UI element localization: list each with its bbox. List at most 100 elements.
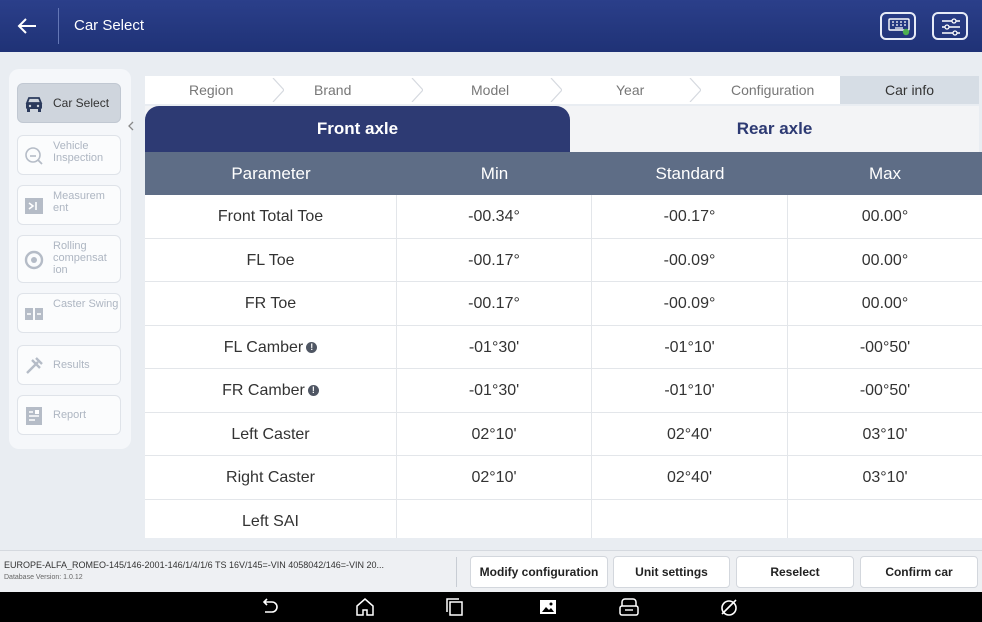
cell-min: 02°10' [397,456,592,499]
sidebar-item-results[interactable]: Results [17,345,121,385]
breadcrumb-label: Model [471,82,510,98]
system-nav-bar [0,592,982,622]
sidebar-item-label: Results [53,359,90,371]
table-row: Left Caster 02°10' 02°40' 03°10' [145,412,982,456]
breadcrumb-region[interactable]: Region [145,76,285,104]
cell-max: 00.00° [861,295,909,312]
breadcrumb-label: Brand [314,82,352,98]
column-header: Min [480,164,509,183]
cell-standard: -01°10' [592,369,788,412]
breadcrumb-model[interactable]: Model [423,76,563,104]
tab-rear-axle[interactable]: Rear axle [570,106,979,152]
app-header: Car Select [0,0,982,52]
cell-max: 03°10' [862,425,908,443]
cell-parameter: FR Toe [145,282,397,325]
cell-min: -01°30' [397,369,592,412]
back-button[interactable] [12,12,42,40]
vci-nav-icon[interactable] [618,596,640,618]
page-title: Car Select [74,17,145,34]
back-nav-icon[interactable] [258,596,280,618]
cell-standard: 02°40' [592,412,788,455]
parameter-label: Front Total Toe [217,208,324,225]
cell-parameter: Right Caster [145,456,397,499]
footer-bar: EUROPE-ALFA_ROMEO-145/146-2001-146/1/4/1… [0,550,982,592]
sidebar-item-label: Vehicle Inspection [53,140,104,164]
parameter-label: Right Caster [226,469,315,486]
table-row: FL Toe -00.17° -00.09° 00.00° [145,238,982,282]
inspection-icon [25,147,43,165]
table-row: Left SAI [145,499,982,539]
parameter-label: Left Caster [231,425,310,443]
breadcrumb-label: Car info [885,82,935,98]
vehicle-info-text: EUROPE-ALFA_ROMEO-145/146-2001-146/1/4/1… [4,560,385,570]
sidebar: Car Select Vehicle Inspection Measurem e… [9,69,131,449]
cell-parameter: Front Total Toe [145,195,397,238]
cell-max: -00°50' [859,338,911,356]
tab-front-axle[interactable]: Front axle [145,106,570,152]
cell-parameter: Left SAI [145,499,397,538]
home-nav-icon[interactable] [354,596,376,618]
sidebar-item-report[interactable]: Report [17,395,121,435]
cell-parameter: FL Toe [145,238,397,281]
sidebar-item-car-select[interactable]: Car Select [17,83,121,123]
rolling-icon [24,250,44,270]
cell-parameter: FR Camber! [145,369,397,412]
header-divider [58,8,59,44]
parameter-label: FR Toe [244,295,297,312]
parameter-label: FR Camber [222,382,305,399]
report-icon [26,407,42,425]
sidebar-item-measurement[interactable]: Measurem ent [17,185,121,225]
cell-standard: -00.09° [592,238,788,281]
table-header: Parameter Min Standard Max [145,152,982,195]
cell-standard: -01°10' [592,325,788,368]
confirm-car-button[interactable]: Confirm car [860,556,978,588]
settings-button[interactable] [932,12,968,40]
axle-tabs: Front axle Rear axle [145,106,979,152]
cell-min: 02°10' [397,412,592,455]
sidebar-item-label: Caster Swing [53,298,119,310]
browser-nav-icon[interactable] [718,596,740,618]
sidebar-item-vehicle-inspection[interactable]: Vehicle Inspection [17,135,121,175]
info-icon[interactable]: ! [307,385,319,396]
cell-max [788,500,982,539]
sidebar-item-label: Measurem ent [53,190,105,214]
info-icon[interactable]: ! [306,341,318,353]
column-header: Parameter [231,164,311,183]
cell-min: -01°30' [397,325,592,368]
sidebar-collapse-button[interactable] [127,120,135,134]
reselect-button[interactable]: Reselect [736,556,854,588]
gallery-nav-icon[interactable] [537,596,559,618]
parameter-label: FL Camber [223,338,304,356]
cell-min: -00.17° [397,238,592,281]
breadcrumb-car-info[interactable]: Car info [840,76,979,104]
cell-parameter: FL Camber! [145,325,397,368]
measurement-icon [25,198,43,214]
unit-settings-button[interactable]: Unit settings [613,556,730,588]
cell-min: -00.34° [397,195,592,238]
breadcrumb-year[interactable]: Year [562,76,702,104]
breadcrumb-configuration[interactable]: Configuration [701,76,840,104]
sidebar-item-caster-swing[interactable]: Caster Swing [17,293,121,333]
column-header: Max [868,164,902,183]
cell-standard: 02°40' [592,456,788,499]
recents-nav-icon[interactable] [444,596,466,618]
cell-standard: -00.17° [592,195,788,238]
cell-max: -00°50' [859,382,911,399]
arrow-left-icon [17,18,36,34]
sidebar-item-rolling-compensation[interactable]: Rolling compensat ion [17,235,121,283]
breadcrumb-brand[interactable]: Brand [284,76,424,104]
breadcrumb-label: Configuration [731,82,815,98]
cell-max: 03°10' [862,469,908,486]
table-row: FR Toe -00.17° -00.09° 00.00° [145,282,982,326]
cell-standard: -00.09° [592,282,788,325]
table-row: Front Total Toe -00.34° -00.17° 00.00° [145,195,982,239]
footer-divider [456,557,457,587]
breadcrumb-label: Year [616,82,645,98]
parameter-label: Left SAI [242,512,299,530]
caster-icon [25,308,43,320]
breadcrumb-label: Region [189,82,234,98]
cell-standard [592,499,788,538]
vci-keyboard-button[interactable] [880,12,916,40]
modify-configuration-button[interactable]: Modify configuration [470,556,608,588]
breadcrumb: Region Brand Model Year Configuration Ca… [145,76,979,104]
